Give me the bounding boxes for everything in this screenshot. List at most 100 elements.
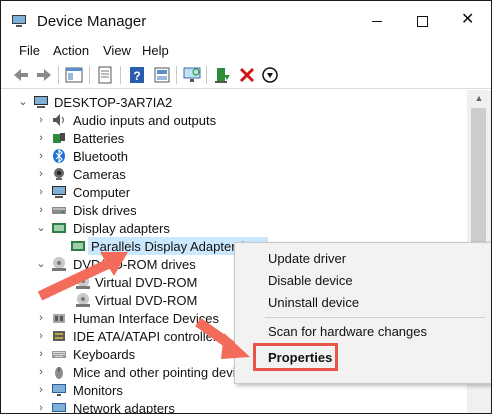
tree-item-label: Virtual DVD-ROM bbox=[95, 293, 198, 308]
chevron-right-icon[interactable]: › bbox=[35, 329, 47, 343]
maximize-icon bbox=[417, 16, 428, 27]
update-driver-icon[interactable] bbox=[213, 65, 233, 85]
context-menu-properties[interactable]: Properties bbox=[268, 350, 332, 365]
chevron-right-icon[interactable]: › bbox=[35, 401, 47, 413]
toolbar-divider bbox=[1, 88, 491, 89]
toolbar-separator bbox=[176, 66, 177, 84]
display-adapter-icon bbox=[52, 223, 66, 233]
tree-item-label: Network adapters bbox=[73, 401, 175, 413]
svg-text:?: ? bbox=[133, 69, 140, 83]
device-manager-window: Device Manager ✕ File Action View Help ?… bbox=[0, 0, 492, 414]
chevron-down-icon[interactable]: ⌄ bbox=[35, 221, 47, 235]
chevron-right-icon[interactable]: › bbox=[35, 383, 47, 397]
tree-item-label: Computer bbox=[73, 185, 131, 200]
network-adapter-icon bbox=[52, 403, 66, 412]
battery-icon bbox=[53, 133, 65, 143]
back-icon[interactable] bbox=[11, 65, 31, 85]
context-menu-uninstall-device[interactable]: Uninstall device bbox=[268, 295, 359, 310]
tree-category[interactable]: › Computer bbox=[1, 183, 467, 201]
chevron-right-icon[interactable]: › bbox=[35, 347, 47, 361]
tree-category[interactable]: › Audio inputs and outputs bbox=[1, 111, 467, 129]
chevron-right-icon[interactable]: › bbox=[35, 311, 47, 325]
tree-category[interactable]: › Disk drives bbox=[1, 201, 467, 219]
computer-icon bbox=[52, 186, 66, 198]
context-menu-separator bbox=[265, 317, 485, 318]
tree-item-label: Monitors bbox=[73, 383, 123, 398]
tree-item-label: Audio inputs and outputs bbox=[73, 113, 217, 128]
dvd-drive-icon bbox=[76, 275, 90, 289]
maximize-button[interactable] bbox=[399, 1, 445, 41]
computer-icon bbox=[34, 96, 48, 108]
show-hide-console-tree-icon[interactable] bbox=[64, 65, 84, 85]
tree-item-label: Keyboards bbox=[73, 347, 136, 362]
tree-category[interactable]: › Cameras bbox=[1, 165, 467, 183]
chevron-down-icon[interactable]: ⌄ bbox=[35, 257, 47, 271]
tree-item-label: Mice and other pointing devices bbox=[73, 365, 256, 380]
tree-item-label: Disk drives bbox=[73, 203, 137, 218]
tree-item-label: Display adapters bbox=[73, 221, 170, 236]
menu-view[interactable]: View bbox=[103, 43, 131, 58]
minimize-button[interactable] bbox=[354, 1, 400, 41]
ide-controller-icon bbox=[53, 331, 65, 341]
help-icon[interactable]: ? bbox=[127, 65, 147, 85]
device-manager-icon bbox=[12, 15, 26, 27]
chevron-right-icon[interactable]: › bbox=[35, 185, 47, 199]
tree-item-label: Batteries bbox=[73, 131, 125, 146]
toolbar-separator bbox=[58, 66, 59, 84]
tree-item-label: Human Interface Devices bbox=[73, 311, 219, 326]
context-menu-disable-device[interactable]: Disable device bbox=[268, 273, 353, 288]
window-title: Device Manager bbox=[37, 13, 147, 30]
title-bar: Device Manager ✕ bbox=[1, 1, 491, 41]
forward-icon[interactable] bbox=[34, 65, 54, 85]
mouse-icon bbox=[55, 367, 63, 379]
view-icon[interactable] bbox=[152, 65, 172, 85]
minimize-icon bbox=[372, 21, 382, 22]
chevron-right-icon[interactable]: › bbox=[35, 203, 47, 217]
toolbar-separator bbox=[89, 66, 90, 84]
context-menu: Update driver Disable device Uninstall d… bbox=[234, 242, 491, 384]
chevron-right-icon[interactable]: › bbox=[35, 167, 47, 181]
menu-bar: File Action View Help bbox=[1, 41, 491, 61]
chevron-right-icon[interactable]: › bbox=[35, 149, 47, 163]
disk-drive-icon bbox=[52, 207, 66, 214]
toolbar-separator bbox=[120, 66, 121, 84]
speaker-icon bbox=[53, 114, 64, 126]
menu-action[interactable]: Action bbox=[53, 43, 89, 58]
monitor-scan-icon[interactable] bbox=[182, 65, 202, 85]
tree-item-label: Virtual DVD-ROM bbox=[95, 275, 198, 290]
close-button[interactable]: ✕ bbox=[445, 1, 491, 41]
close-icon: ✕ bbox=[461, 11, 475, 28]
camera-icon bbox=[54, 168, 64, 180]
tree-category[interactable]: ⌄ Display adapters bbox=[1, 219, 467, 237]
tree-item-label: Parallels Display Adapter (W bbox=[91, 239, 256, 254]
dvd-drive-icon bbox=[52, 257, 66, 271]
tree-category[interactable]: › Bluetooth bbox=[1, 147, 467, 165]
toolbar: ? bbox=[1, 63, 491, 87]
chevron-right-icon[interactable]: › bbox=[35, 113, 47, 127]
chevron-right-icon[interactable]: › bbox=[35, 365, 47, 379]
monitor-icon bbox=[52, 384, 66, 396]
tree-root[interactable]: ⌄ DESKTOP-3AR7IA2 bbox=[1, 93, 467, 111]
tree-item-label: IDE ATA/ATAPI controllers bbox=[73, 329, 224, 344]
uninstall-icon[interactable] bbox=[237, 65, 257, 85]
keyboard-icon bbox=[52, 351, 66, 358]
dvd-drive-icon bbox=[76, 293, 90, 307]
chevron-right-icon[interactable]: › bbox=[35, 131, 47, 145]
tree-category[interactable]: › Network adapters bbox=[1, 399, 467, 413]
toolbar-separator bbox=[206, 66, 207, 84]
scroll-up-arrow-icon[interactable]: ▲ bbox=[467, 90, 491, 106]
chevron-down-icon[interactable]: ⌄ bbox=[17, 95, 29, 109]
display-adapter-icon bbox=[71, 241, 85, 251]
tree-item-label: DVD/CD-ROM drives bbox=[73, 257, 196, 272]
hid-icon bbox=[53, 314, 65, 323]
disable-icon[interactable] bbox=[260, 65, 280, 85]
context-menu-update-driver[interactable]: Update driver bbox=[268, 251, 346, 266]
menu-help[interactable]: Help bbox=[142, 43, 169, 58]
tree-root-label: DESKTOP-3AR7IA2 bbox=[54, 95, 173, 110]
properties-icon[interactable] bbox=[95, 65, 115, 85]
context-menu-scan-hardware[interactable]: Scan for hardware changes bbox=[268, 324, 427, 339]
menu-file[interactable]: File bbox=[19, 43, 40, 58]
bluetooth-icon bbox=[53, 148, 65, 164]
tree-category[interactable]: › Batteries bbox=[1, 129, 467, 147]
tree-item-label: Bluetooth bbox=[73, 149, 128, 164]
